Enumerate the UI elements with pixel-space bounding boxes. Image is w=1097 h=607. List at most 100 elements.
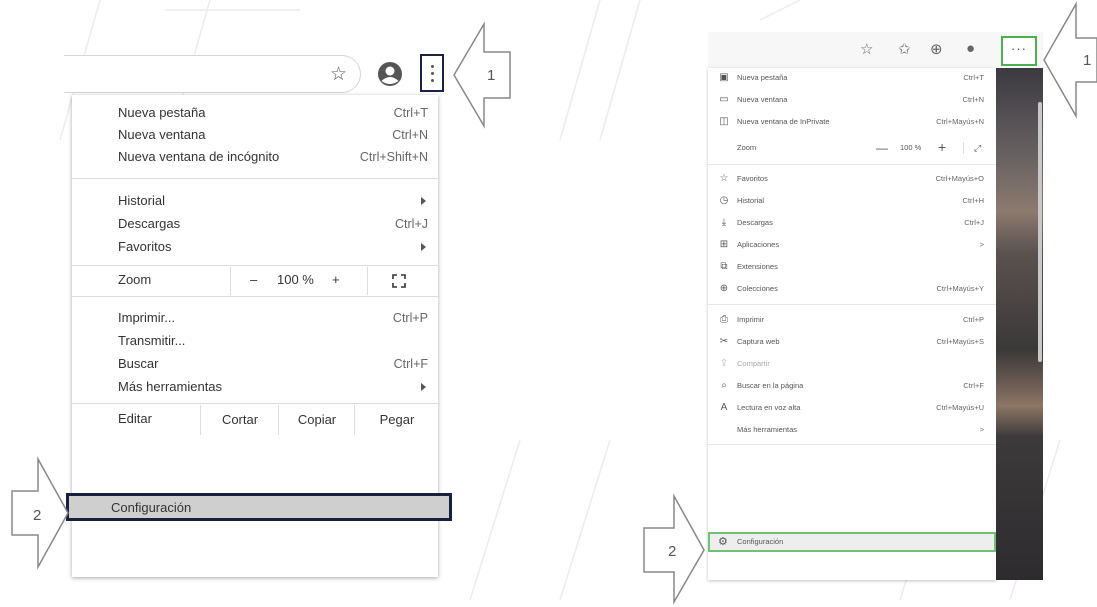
- menu-item-label: Colecciones: [737, 284, 778, 293]
- read-aloud-icon: A: [720, 402, 728, 413]
- favorites-icon: ☆: [719, 173, 729, 184]
- account-icon[interactable]: [376, 60, 404, 88]
- menu-item-web-capture[interactable]: ✂ Captura web Ctrl+Mayús+S: [708, 334, 996, 350]
- apps-icon: ⊞: [719, 239, 729, 250]
- menu-item-find[interactable]: Buscar Ctrl+F: [118, 354, 428, 374]
- menu-item-label: Buscar: [118, 356, 159, 371]
- submenu-arrow-icon: [421, 243, 426, 251]
- zoom-row: Zoom – 100 % +: [72, 267, 438, 295]
- menu-item-shortcut: Ctrl+Mayús+U: [936, 403, 984, 412]
- menu-item-incognito[interactable]: Nueva ventana de incógnito Ctrl+Shift+N: [118, 147, 428, 167]
- menu-divider: [72, 296, 438, 297]
- cut-button[interactable]: Cortar: [200, 405, 279, 435]
- edge-main-menu: ▣ Nueva pestaña Ctrl+T ▭ Nueva ventana C…: [708, 68, 996, 580]
- menu-item-shortcut: Ctrl+Mayús+N: [936, 117, 984, 126]
- download-icon: ⤓: [721, 217, 727, 228]
- menu-item-shortcut: Ctrl+N: [962, 95, 984, 104]
- menu-item-share[interactable]: ⇪ Compartir: [708, 356, 996, 372]
- menu-item-label: Más herramientas: [118, 379, 223, 394]
- three-dots-menu-button[interactable]: [420, 54, 444, 92]
- zoom-in-button[interactable]: +: [332, 272, 340, 287]
- menu-item-label: Lectura en voz alta: [737, 403, 801, 412]
- scrollbar[interactable]: [1038, 102, 1042, 362]
- menu-item-shortcut: Ctrl+Mayús+Y: [936, 284, 984, 293]
- page-background-image: [996, 68, 1043, 580]
- menu-item-new-window[interactable]: Nueva ventana Ctrl+N: [118, 125, 428, 145]
- menu-item-label: Nueva ventana de incógnito: [118, 149, 280, 164]
- zoom-out-button[interactable]: —: [876, 140, 888, 156]
- menu-item-label: Más herramientas: [737, 425, 798, 434]
- menu-item-read-aloud[interactable]: A Lectura en voz alta Ctrl+Mayús+U: [708, 400, 996, 416]
- menu-item-label: Imprimir...: [118, 310, 176, 325]
- menu-item-inprivate[interactable]: ◫ Nueva ventana de InPrivate Ctrl+Mayús+…: [708, 114, 996, 130]
- menu-divider: [708, 164, 996, 165]
- menu-item-label: Imprimir: [737, 315, 765, 324]
- menu-item-extensions[interactable]: ⧉ Extensiones: [708, 259, 996, 275]
- edge-window: ☆ ✩ ⊕ ● ··· ▣ Nueva pestaña Ctrl+T ▭ Nue…: [708, 32, 1043, 580]
- menu-item-new-tab[interactable]: ▣ Nueva pestaña Ctrl+T: [708, 70, 996, 86]
- history-icon: ◷: [719, 195, 729, 206]
- menu-item-label: Nueva pestaña: [118, 105, 206, 120]
- extensions-icon: ⧉: [720, 261, 728, 272]
- zoom-label: Zoom: [737, 143, 757, 152]
- edit-row: Editar Cortar Copiar Pegar: [72, 405, 438, 435]
- menu-item-settings[interactable]: Configuración: [66, 493, 452, 521]
- menu-item-history[interactable]: ◷ Historial Ctrl+H: [708, 193, 996, 209]
- menu-item-label: Aplicaciones: [737, 240, 780, 249]
- menu-item-label: Descargas: [737, 218, 773, 227]
- menu-item-label: Nueva ventana de InPrivate: [737, 117, 830, 126]
- menu-item-label: Historial: [118, 193, 165, 208]
- menu-divider: [72, 265, 438, 266]
- menu-item-print[interactable]: ⎙ Imprimir Ctrl+P: [708, 312, 996, 328]
- menu-item-favorites[interactable]: ☆ Favoritos Ctrl+Mayús+O: [708, 171, 996, 187]
- star-icon[interactable]: ☆: [330, 63, 347, 86]
- menu-item-label: Extensiones: [737, 262, 778, 271]
- inprivate-icon: ◫: [719, 116, 729, 127]
- menu-item-shortcut: Ctrl+N: [392, 128, 428, 142]
- menu-item-collections[interactable]: ⊕ Colecciones Ctrl+Mayús+Y: [708, 281, 996, 297]
- fullscreen-icon[interactable]: ⤢: [974, 140, 981, 156]
- submenu-arrow-icon: >: [979, 240, 984, 249]
- add-favorite-icon[interactable]: ☆: [860, 40, 873, 58]
- settings-and-more-button[interactable]: ···: [1001, 36, 1037, 66]
- menu-divider: [708, 444, 996, 445]
- chrome-window: ☆ Nueva pestaña Ctrl+T Nueva ventana Ctr…: [64, 37, 452, 577]
- menu-divider: [708, 304, 996, 305]
- menu-item-label: Nueva pestaña: [737, 73, 788, 82]
- menu-item-print[interactable]: Imprimir... Ctrl+P: [118, 308, 428, 328]
- menu-item-find[interactable]: ⌕ Buscar en la página Ctrl+F: [708, 378, 996, 394]
- callout-number: 2: [33, 507, 42, 524]
- menu-item-bookmarks[interactable]: Favoritos: [118, 237, 428, 257]
- menu-item-label: Favoritos: [737, 174, 768, 183]
- profile-icon[interactable]: ●: [966, 40, 975, 57]
- copy-button[interactable]: Copiar: [278, 405, 355, 435]
- paste-button[interactable]: Pegar: [354, 405, 439, 435]
- collections-icon[interactable]: ⊕: [930, 40, 943, 58]
- address-bar[interactable]: [64, 55, 361, 93]
- menu-divider: [72, 403, 438, 404]
- callout-number: 1: [1083, 52, 1092, 69]
- menu-item-more-tools[interactable]: Más herramientas >: [708, 422, 996, 438]
- menu-item-new-tab[interactable]: Nueva pestaña Ctrl+T: [118, 103, 428, 123]
- menu-item-cast[interactable]: Transmitir...: [118, 331, 428, 351]
- zoom-label: Zoom: [118, 272, 152, 287]
- zoom-in-button[interactable]: +: [938, 139, 946, 155]
- menu-item-more-tools[interactable]: Más herramientas: [118, 377, 428, 397]
- menu-item-shortcut: Ctrl+J: [395, 217, 428, 231]
- menu-item-downloads[interactable]: ⤓ Descargas Ctrl+J: [708, 215, 996, 231]
- favorites-icon[interactable]: ✩: [898, 40, 911, 58]
- menu-item-shortcut: Ctrl+Mayús+O: [935, 174, 984, 183]
- menu-item-new-window[interactable]: ▭ Nueva ventana Ctrl+N: [708, 92, 996, 108]
- fullscreen-icon[interactable]: [392, 274, 406, 288]
- menu-item-settings[interactable]: ⚙ Configuración: [708, 532, 996, 552]
- menu-item-label: Favoritos: [118, 239, 172, 254]
- submenu-arrow-icon: >: [979, 425, 984, 434]
- menu-item-history[interactable]: Historial: [118, 191, 428, 211]
- menu-item-shortcut: Ctrl+Shift+N: [359, 150, 428, 164]
- zoom-level: 100 %: [900, 143, 922, 152]
- menu-item-downloads[interactable]: Descargas Ctrl+J: [118, 214, 428, 234]
- menu-divider: [72, 178, 438, 179]
- menu-item-apps[interactable]: ⊞ Aplicaciones >: [708, 237, 996, 253]
- zoom-out-button[interactable]: –: [250, 272, 257, 287]
- menu-item-label: Nueva ventana: [118, 127, 206, 142]
